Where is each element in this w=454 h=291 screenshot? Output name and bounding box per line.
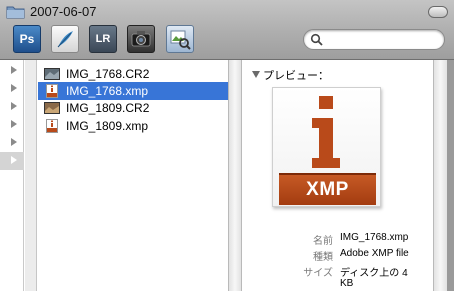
search-input[interactable] (326, 33, 436, 46)
file-row[interactable]: IMG_1809.CR2 (38, 99, 228, 117)
window-title: 2007-06-07 (30, 4, 97, 19)
xmp-file-icon (46, 84, 58, 98)
camera-glyph (131, 31, 151, 47)
info-size-value-cont: KB (340, 278, 354, 289)
file-list-scrollbar[interactable] (228, 60, 242, 291)
file-row[interactable]: IMG_1768.CR2 (38, 65, 228, 83)
file-list: IMG_1768.CR2 IMG_1768.xmp IMG_1809.CR2 I… (38, 60, 228, 291)
disclosure-arrow-icon (11, 66, 17, 74)
file-name: IMG_1768.CR2 (66, 67, 150, 81)
disclosure-arrow-icon (11, 120, 17, 128)
info-kind-value: Adobe XMP file (340, 248, 409, 259)
column-parent-row[interactable] (0, 134, 24, 152)
info-size-value: ディスク上の 4 (340, 268, 408, 279)
folder-icon (6, 6, 25, 19)
preview-pane: プレビュー： i XMP 名前 IMG_1768.xmp 種類 Adobe XM… (243, 60, 433, 291)
lightroom-icon[interactable]: LR (89, 25, 117, 53)
column-parent-row[interactable] (0, 116, 24, 134)
disclosure-triangle-icon (252, 71, 260, 78)
file-name: IMG_1809.CR2 (66, 101, 150, 115)
info-name-label: 名前 (313, 236, 333, 247)
info-letter-icon (312, 96, 340, 168)
column-divider[interactable] (25, 60, 37, 291)
photoshop-icon[interactable]: Ps (13, 25, 41, 53)
preview-scrollbar[interactable] (433, 60, 447, 291)
xmp-badge-label: XMP (279, 173, 376, 205)
photo-thumbnail-icon (44, 68, 60, 80)
disclosure-arrow-icon (11, 138, 17, 146)
photo-thumbnail-icon (44, 102, 60, 114)
disclosure-arrow-icon (11, 102, 17, 110)
search-field[interactable] (303, 29, 445, 50)
column-parent (0, 60, 24, 291)
preview-header-label: プレビュー： (263, 70, 329, 82)
window-toolbar: 2007-06-07 Ps LR (0, 0, 454, 60)
camera-icon[interactable] (127, 25, 155, 53)
preview-header[interactable]: プレビュー： (252, 67, 329, 83)
info-size-label: サイズ (303, 268, 333, 279)
disclosure-arrow-icon (11, 156, 17, 164)
xmp-file-icon (46, 119, 58, 133)
feather-icon[interactable] (51, 25, 79, 53)
info-kind-label: 種類 (313, 252, 333, 263)
xmp-document-preview: i XMP (272, 87, 381, 207)
window-edge (447, 60, 454, 291)
disclosure-arrow-icon (11, 84, 17, 92)
preview-icon[interactable] (166, 25, 194, 53)
column-parent-row[interactable] (0, 80, 24, 98)
feather-glyph (57, 31, 73, 48)
info-name-value: IMG_1768.xmp (340, 232, 409, 243)
preview-glyph (170, 30, 191, 50)
column-parent-row[interactable] (0, 62, 24, 80)
file-row-selected[interactable]: IMG_1768.xmp (38, 82, 228, 100)
photoshop-label: Ps (19, 32, 35, 46)
column-parent-row[interactable] (0, 98, 24, 116)
file-name: IMG_1809.xmp (66, 119, 149, 133)
toolbar-toggle-button[interactable] (428, 6, 448, 18)
column-parent-row-selected[interactable] (0, 152, 24, 170)
search-icon (310, 33, 323, 46)
file-row[interactable]: IMG_1809.xmp (38, 117, 228, 135)
file-name: IMG_1768.xmp (66, 84, 149, 98)
lightroom-label: LR (95, 33, 111, 45)
